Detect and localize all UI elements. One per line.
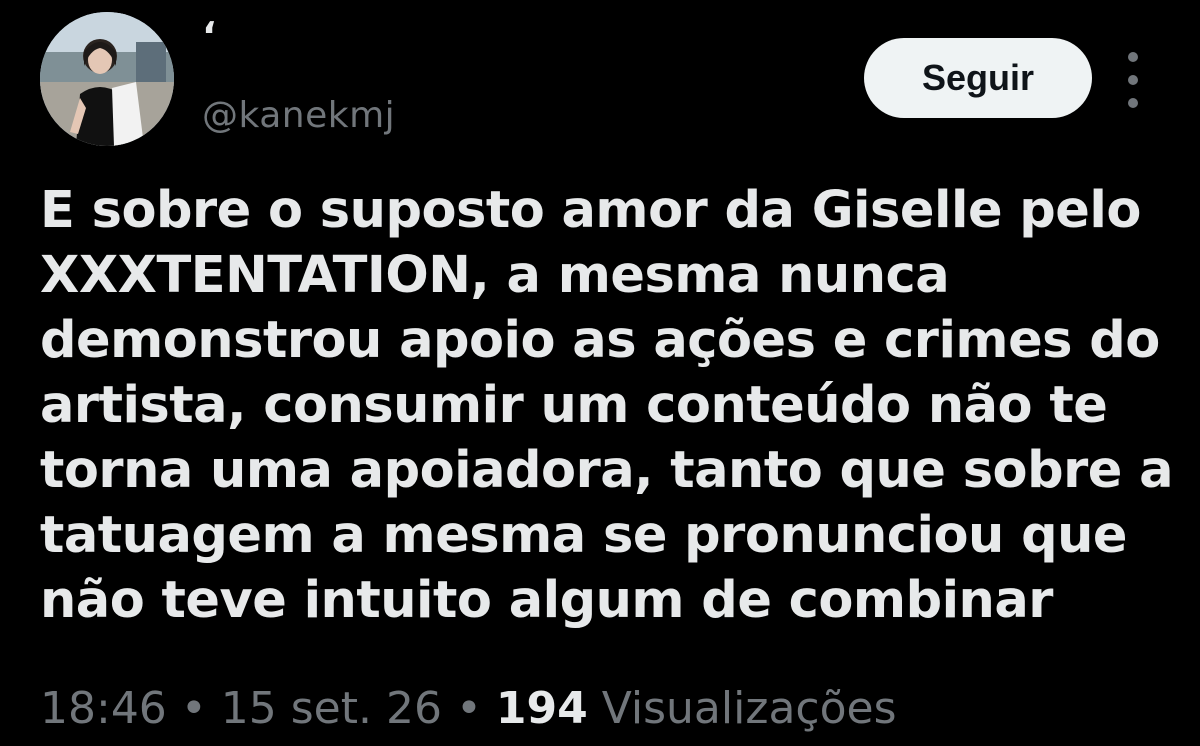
tweet-text-line: E sobre o suposto amor da Giselle pelo [40,181,1141,240]
views-label: Visualizações [601,683,897,734]
tweet-text-line: demonstrou apoio as ações e crimes do [40,311,1160,370]
author-handle[interactable]: @kanekmj [202,94,395,138]
tweet-text-line: tatuagem a mesma se pronunciou que [40,506,1128,565]
more-dot [1128,75,1138,85]
tweet-text-line: XXXTENTATION, a mesma nunca [40,246,950,305]
tweet-card: ‘ @kanekmj Seguir E sobre o suposto amor… [0,0,1200,746]
follow-button[interactable]: Seguir [864,38,1092,118]
meta-separator: • [455,683,482,734]
more-dot [1128,98,1138,108]
tweet-text-line: não teve intuito algum de combinar [40,571,1053,630]
tweet-text-line: torna uma apoiadora, tanto que sobre a [40,441,1174,500]
more-vertical-icon[interactable] [1116,52,1150,108]
tweet-meta: 18:46 • 15 set. 26 • 194 Visualizações [40,682,897,736]
tweet-text: E sobre o suposto amor da Giselle pelo X… [40,178,1174,633]
tweet-text-line: artista, consumir um conteúdo não te [40,376,1108,435]
author-display-name[interactable]: ‘ [202,14,216,58]
views-count: 194 [495,683,588,734]
more-dot [1128,52,1138,62]
profile-photo-icon [40,12,174,146]
meta-separator: • [180,683,207,734]
tweet-time[interactable]: 18:46 [40,683,167,734]
avatar[interactable] [40,12,174,146]
tweet-date[interactable]: 15 set. 26 [221,683,442,734]
